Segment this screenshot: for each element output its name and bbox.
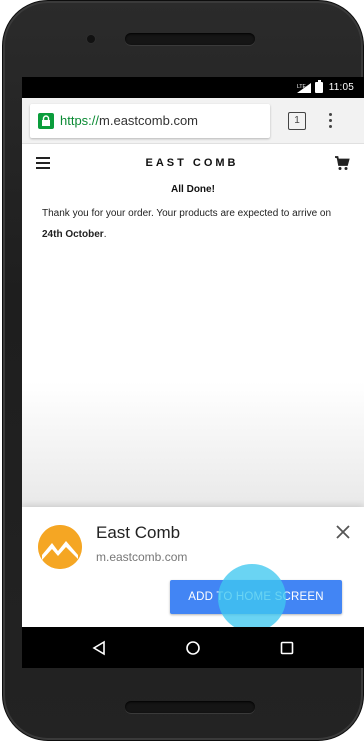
recents-icon[interactable]: [276, 637, 298, 659]
url-host: m.eastcomb.com: [99, 113, 199, 128]
add-to-home-banner: East Comb m.eastcomb.com ADD TO HOME SCR…: [22, 507, 364, 632]
tab-switcher-button[interactable]: 1: [288, 111, 306, 130]
page-heading: All Done!: [171, 184, 215, 195]
banner-app-name: East Comb: [96, 523, 181, 542]
page-fade: [22, 382, 364, 512]
banner-app-url: m.eastcomb.com: [96, 550, 188, 564]
android-nav-bar: [22, 627, 364, 668]
add-to-home-screen-button[interactable]: ADD TO HOME SCREEN: [170, 580, 342, 614]
front-camera: [87, 35, 95, 43]
svg-text:LTE: LTE: [297, 84, 306, 90]
status-bar: LTE 11:05: [22, 77, 364, 98]
site-title: EAST COMB: [145, 157, 239, 169]
back-icon[interactable]: [88, 637, 110, 659]
signal-icon: LTE: [296, 82, 311, 93]
site-header: EAST COMB: [22, 144, 364, 182]
cart-icon[interactable]: [334, 155, 350, 171]
overflow-menu-icon[interactable]: [328, 113, 332, 128]
delivery-date: 24th October: [42, 229, 104, 240]
browser-toolbar: https:// m.eastcomb.com 1: [22, 98, 364, 144]
home-icon[interactable]: [182, 637, 204, 659]
close-icon[interactable]: [334, 523, 352, 541]
url-bar[interactable]: https:// m.eastcomb.com: [30, 103, 270, 138]
phone-screen: LTE 11:05 https:// m.eastcomb.com 1 EAST…: [22, 77, 364, 668]
east-comb-logo-icon: [38, 525, 82, 569]
order-message-text: Thank you for your order. Your products …: [42, 208, 332, 219]
order-message-end: .: [103, 229, 107, 240]
url-scheme: https://: [60, 113, 100, 128]
battery-icon: [314, 80, 323, 93]
hamburger-menu-icon[interactable]: [36, 157, 50, 169]
bottom-speaker: [125, 701, 255, 713]
order-message: Thank you for your order. Your products …: [22, 195, 364, 245]
lock-icon: [38, 112, 54, 129]
top-speaker: [125, 33, 255, 45]
status-time: 11:05: [328, 82, 354, 93]
